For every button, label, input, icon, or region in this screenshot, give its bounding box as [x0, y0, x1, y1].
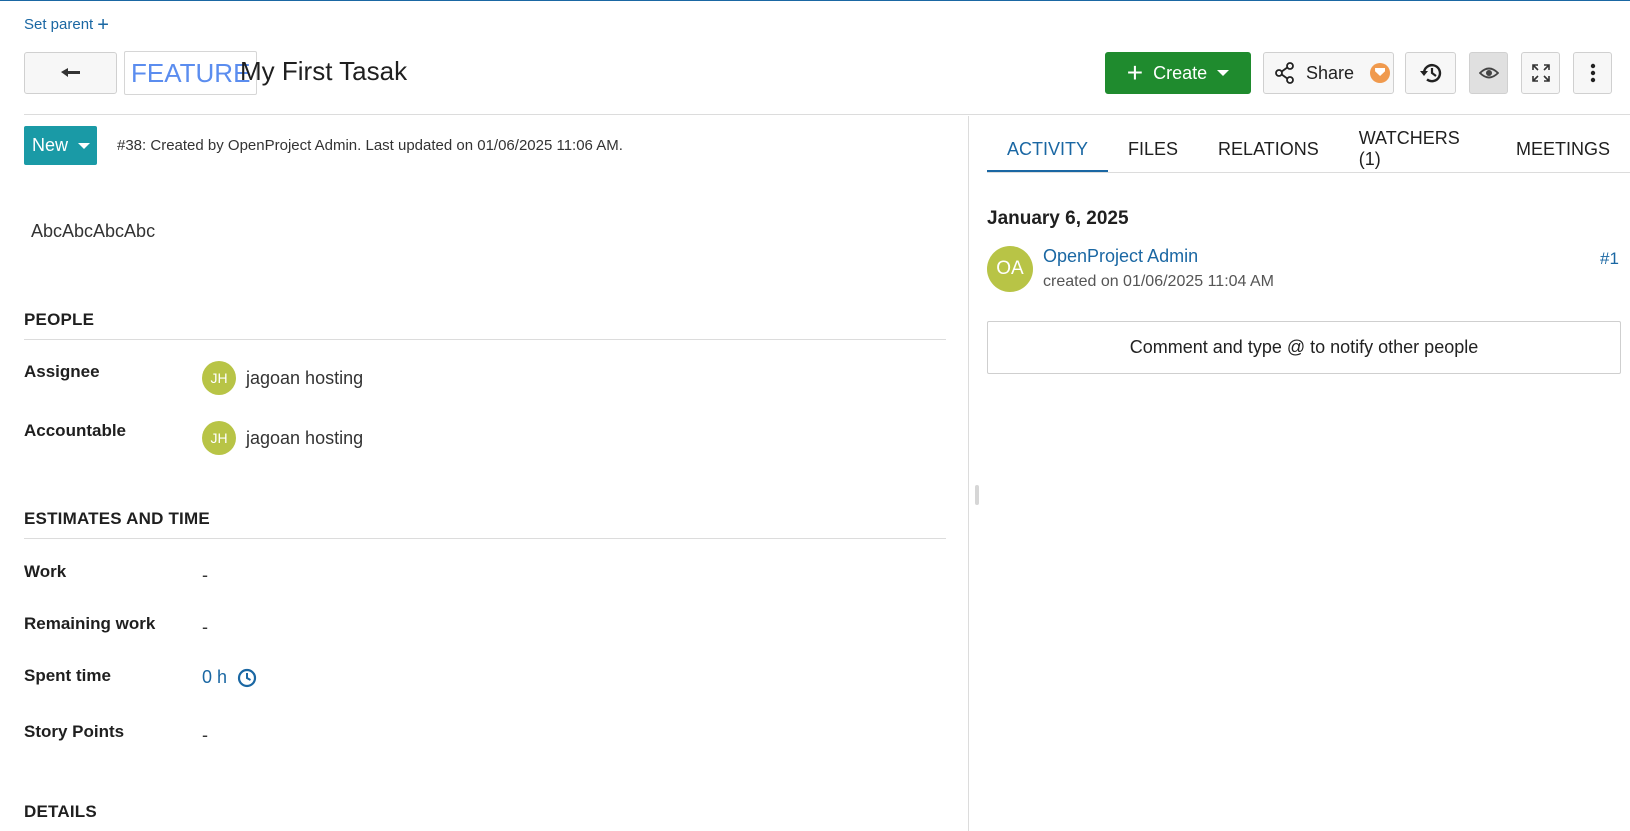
- share-button[interactable]: Share: [1263, 52, 1394, 94]
- more-vertical-icon: [1590, 63, 1595, 83]
- assignee-label: Assignee: [24, 362, 100, 381]
- set-parent-label: Set parent: [24, 16, 94, 33]
- estimates-section-title: ESTIMATES AND TIME: [24, 509, 210, 528]
- watch-button[interactable]: [1469, 52, 1508, 94]
- spent-time-label: Spent time: [24, 666, 111, 685]
- history-icon: [1419, 64, 1441, 83]
- back-button[interactable]: [24, 52, 117, 94]
- avatar: JH: [202, 421, 236, 455]
- status-label: New: [32, 135, 69, 155]
- assignee-field[interactable]: JH jagoan hosting: [202, 361, 363, 395]
- activity-number-link[interactable]: #1: [1600, 249, 1619, 269]
- work-package-subject[interactable]: My First Tasak: [240, 56, 407, 87]
- avatar: OA: [987, 246, 1033, 292]
- spent-time-value[interactable]: 0 h: [202, 667, 227, 688]
- type-label: FEATURE: [131, 57, 251, 88]
- work-field[interactable]: -: [202, 565, 208, 586]
- accountable-field[interactable]: JH jagoan hosting: [202, 421, 363, 455]
- tab-relations[interactable]: RELATIONS: [1198, 128, 1339, 172]
- avatar: JH: [202, 361, 236, 395]
- chevron-down-icon: [1217, 70, 1230, 76]
- create-label: Create: [1153, 62, 1208, 83]
- chevron-down-icon: [78, 142, 91, 149]
- activity-created-text: created on 01/06/2025 11:04 AM: [1043, 273, 1274, 290]
- top-border: [0, 0, 1630, 1]
- work-label: Work: [24, 562, 67, 581]
- details-section-title: DETAILS: [24, 802, 97, 821]
- work-package-meta: #38: Created by OpenProject Admin. Last …: [117, 137, 623, 154]
- tab-activity[interactable]: ACTIVITY: [987, 128, 1109, 172]
- set-parent-link[interactable]: Set parent +: [24, 13, 109, 36]
- work-value: -: [202, 565, 208, 585]
- clock-icon[interactable]: [237, 668, 257, 688]
- people-section-title: PEOPLE: [24, 310, 95, 329]
- remaining-work-label: Remaining work: [24, 614, 156, 633]
- comment-placeholder: Comment and type @ to notify other peopl…: [1129, 337, 1479, 357]
- fullscreen-icon: [1531, 64, 1550, 82]
- tabs-divider: [987, 172, 1630, 173]
- plus-icon: +: [1126, 57, 1144, 88]
- share-icon: [1275, 62, 1294, 84]
- plus-icon: +: [97, 13, 109, 36]
- enterprise-badge-icon: [1370, 63, 1391, 83]
- pane-divider: [968, 116, 969, 831]
- fullscreen-button[interactable]: [1521, 52, 1560, 94]
- work-package-type[interactable]: FEATURE: [124, 51, 258, 95]
- story-points-field[interactable]: -: [202, 725, 208, 746]
- accountable-label: Accountable: [24, 421, 127, 440]
- activity-date: January 6, 2025: [987, 208, 1129, 229]
- tab-files[interactable]: FILES: [1108, 128, 1198, 172]
- assignee-name: jagoan hosting: [246, 367, 364, 388]
- tab-meetings[interactable]: MEETINGS: [1496, 128, 1630, 172]
- story-points-value: -: [202, 725, 208, 745]
- remaining-work-field[interactable]: -: [202, 617, 208, 638]
- section-divider: [24, 538, 946, 539]
- tab-bar: ACTIVITY FILES RELATIONS WATCHERS (1) ME…: [987, 128, 1630, 172]
- activity-user-link[interactable]: OpenProject Admin: [1043, 246, 1198, 267]
- section-divider: [24, 339, 946, 340]
- header-divider: [24, 114, 1630, 115]
- status-button[interactable]: New: [24, 126, 97, 165]
- eye-icon: [1478, 67, 1499, 79]
- spent-time-field[interactable]: 0 h: [202, 667, 257, 688]
- tab-watchers[interactable]: WATCHERS (1): [1339, 128, 1496, 172]
- comment-input[interactable]: Comment and type @ to notify other peopl…: [987, 321, 1621, 374]
- share-label: Share: [1306, 62, 1355, 83]
- more-options-button[interactable]: [1573, 52, 1612, 94]
- story-points-label: Story Points: [24, 722, 125, 741]
- create-button[interactable]: + Create: [1105, 52, 1251, 94]
- back-arrow-icon: [60, 68, 80, 77]
- resize-handle[interactable]: [975, 485, 979, 505]
- description-text[interactable]: AbcAbcAbcAbc: [31, 221, 155, 242]
- remaining-work-value: -: [202, 617, 208, 637]
- accountable-name: jagoan hosting: [246, 427, 364, 448]
- history-button[interactable]: [1405, 52, 1456, 94]
